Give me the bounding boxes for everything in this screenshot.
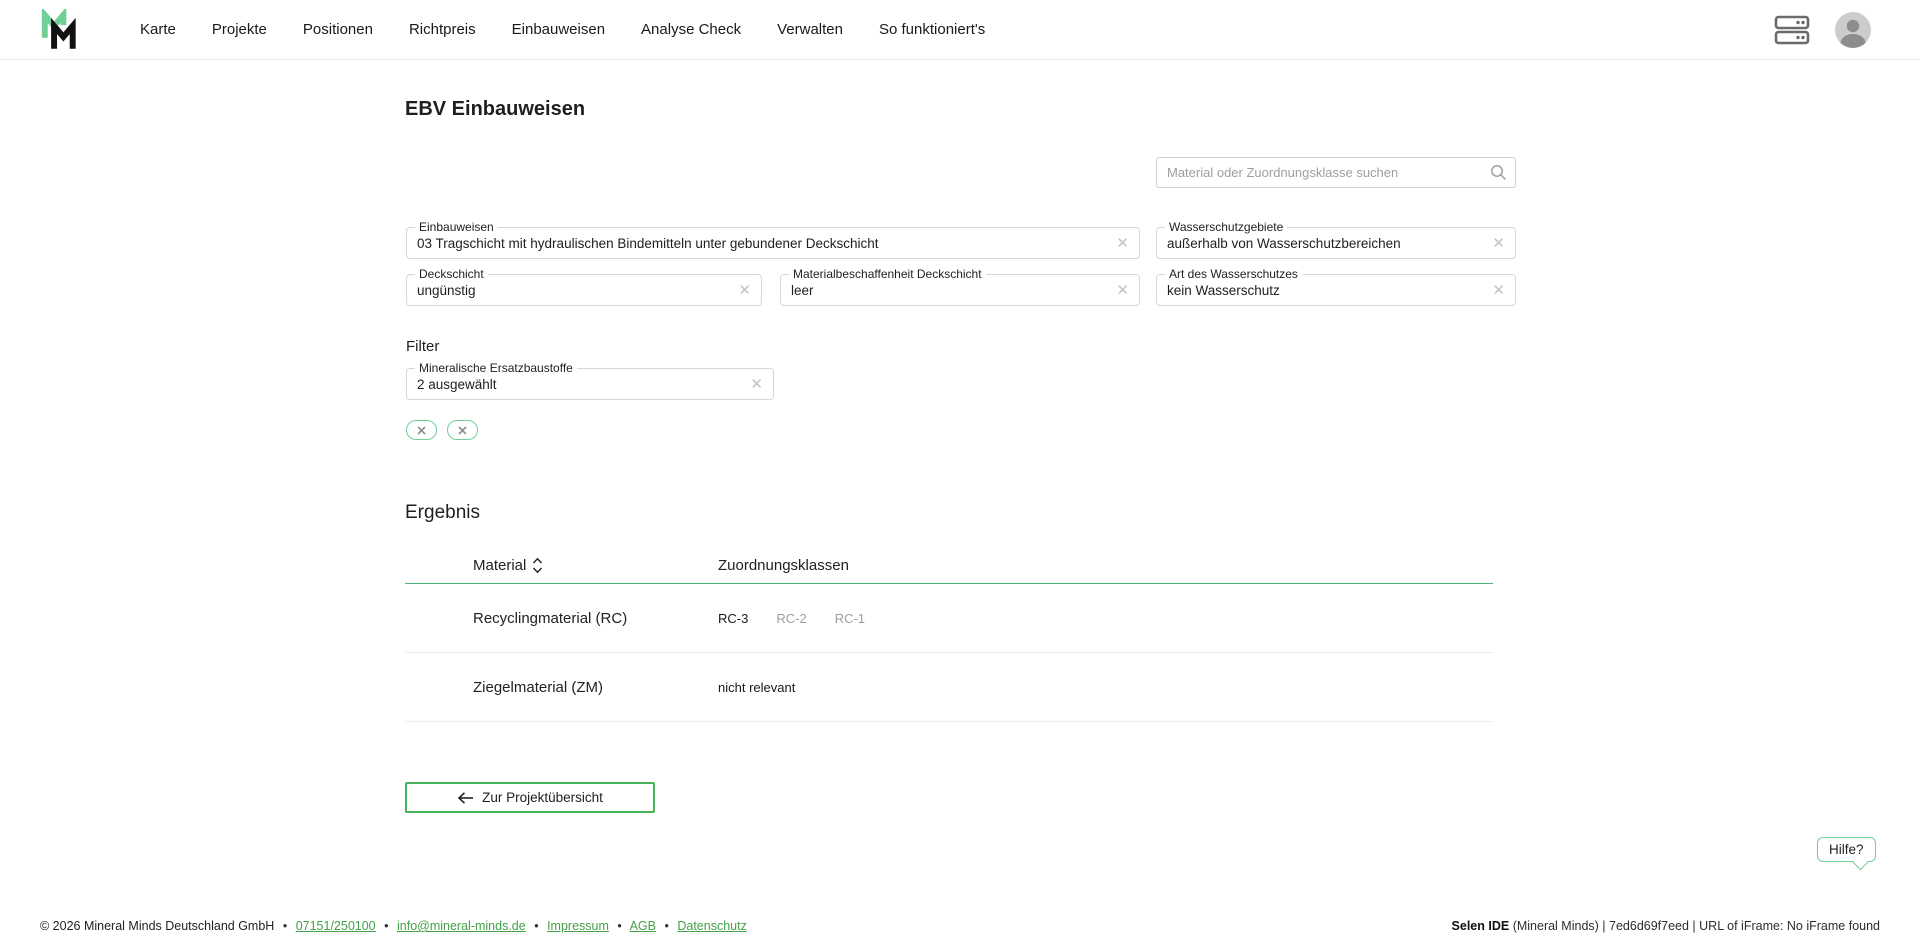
filter-chips bbox=[406, 420, 478, 440]
class-badge: nicht relevant bbox=[718, 680, 795, 695]
footer-separator: • bbox=[664, 919, 668, 933]
clear-icon[interactable]: ✕ bbox=[742, 377, 763, 392]
field-label: Wasserschutzgebiete bbox=[1165, 221, 1287, 235]
field-materialbeschaffenheit-deckschicht[interactable]: Materialbeschaffenheit Deckschicht leer … bbox=[780, 268, 1140, 306]
clear-icon[interactable]: ✕ bbox=[1108, 283, 1129, 298]
column-header-material[interactable]: Material bbox=[473, 557, 718, 574]
server-status-icon[interactable] bbox=[1774, 15, 1810, 45]
nav-item-richtpreis[interactable]: Richtpreis bbox=[409, 21, 476, 38]
sort-icon[interactable] bbox=[532, 557, 543, 574]
footer-link-agb[interactable]: AGB bbox=[630, 919, 656, 933]
footer-separator: • bbox=[384, 919, 388, 933]
class-badge: RC-1 bbox=[835, 611, 865, 626]
table-header-row: Material Zuordnungsklassen bbox=[405, 548, 1493, 584]
classes-cell: nicht relevant bbox=[718, 680, 1493, 695]
nav-item-projekte[interactable]: Projekte bbox=[212, 21, 267, 38]
classes-cell: RC-3 RC-2 RC-1 bbox=[718, 611, 1493, 626]
footer-link-email[interactable]: info@mineral-minds.de bbox=[397, 919, 526, 933]
back-button-label: Zur Projektübersicht bbox=[482, 790, 603, 805]
close-icon bbox=[458, 426, 467, 435]
topbar-icons bbox=[1774, 0, 1872, 60]
footer-separator: • bbox=[283, 919, 287, 933]
filter-chip[interactable] bbox=[447, 420, 478, 440]
footer-link-phone[interactable]: 07151/250100 bbox=[296, 919, 376, 933]
column-header-zuordnungsklassen: Zuordnungsklassen bbox=[718, 557, 1493, 574]
nav-item-einbauweisen[interactable]: Einbauweisen bbox=[512, 21, 605, 38]
nav-item-karte[interactable]: Karte bbox=[140, 21, 176, 38]
footer-debug-info: Selen IDE (Mineral Minds) | 7ed6d69f7eed… bbox=[1452, 919, 1880, 933]
clear-icon[interactable]: ✕ bbox=[1484, 236, 1505, 251]
table-row[interactable]: Ziegelmaterial (ZM) nicht relevant bbox=[405, 653, 1493, 722]
clear-icon[interactable]: ✕ bbox=[1108, 236, 1129, 251]
back-to-project-overview-button[interactable]: Zur Projektübersicht bbox=[405, 782, 655, 813]
help-button[interactable]: Hilfe? bbox=[1817, 837, 1876, 862]
material-cell: Recyclingmaterial (RC) bbox=[473, 610, 718, 627]
field-value: leer bbox=[791, 283, 814, 298]
page-canvas: Karte Projekte Positionen Richtpreis Ein… bbox=[0, 0, 1920, 943]
footer-left: © 2026 Mineral Minds Deutschland GmbH • … bbox=[40, 919, 747, 933]
field-label: Mineralische Ersatzbaustoffe bbox=[415, 362, 577, 376]
search-input[interactable] bbox=[1167, 165, 1490, 180]
footer-ide-detail: (Mineral Minds) | 7ed6d69f7eed | URL of … bbox=[1509, 919, 1880, 933]
nav-item-positionen[interactable]: Positionen bbox=[303, 21, 373, 38]
clear-icon[interactable]: ✕ bbox=[1484, 283, 1505, 298]
top-navigation-bar: Karte Projekte Positionen Richtpreis Ein… bbox=[0, 0, 1920, 60]
field-einbauweisen[interactable]: Einbauweisen 03 Tragschicht mit hydrauli… bbox=[406, 221, 1140, 259]
material-cell: Ziegelmaterial (ZM) bbox=[473, 679, 718, 696]
user-avatar-icon[interactable] bbox=[1834, 11, 1872, 49]
field-label: Art des Wasserschutzes bbox=[1165, 268, 1302, 282]
footer-link-datenschutz[interactable]: Datenschutz bbox=[677, 919, 746, 933]
footer-separator: • bbox=[617, 919, 621, 933]
table-row[interactable]: Recyclingmaterial (RC) RC-3 RC-2 RC-1 bbox=[405, 584, 1493, 653]
footer-separator: • bbox=[534, 919, 538, 933]
help-button-label: Hilfe? bbox=[1829, 842, 1864, 857]
clear-icon[interactable]: ✕ bbox=[730, 283, 751, 298]
results-heading: Ergebnis bbox=[405, 502, 480, 524]
field-value: 2 ausgewählt bbox=[417, 377, 497, 392]
filter-chip[interactable] bbox=[406, 420, 437, 440]
main-nav: Karte Projekte Positionen Richtpreis Ein… bbox=[140, 21, 985, 38]
close-icon bbox=[417, 426, 426, 435]
field-deckschicht[interactable]: Deckschicht ungünstig ✕ bbox=[406, 268, 762, 306]
arrow-left-icon bbox=[457, 791, 474, 805]
field-label: Deckschicht bbox=[415, 268, 488, 282]
page-title: EBV Einbauweisen bbox=[405, 98, 585, 121]
mineral-minds-logo-icon[interactable] bbox=[38, 9, 82, 53]
search-box bbox=[1156, 157, 1516, 188]
footer-copyright: © 2026 Mineral Minds Deutschland GmbH bbox=[40, 919, 274, 933]
nav-item-verwalten[interactable]: Verwalten bbox=[777, 21, 843, 38]
nav-item-so-funktionierts[interactable]: So funktioniert's bbox=[879, 21, 985, 38]
column-header-label: Material bbox=[473, 557, 526, 574]
field-art-des-wasserschutzes[interactable]: Art des Wasserschutzes kein Wasserschutz… bbox=[1156, 268, 1516, 306]
class-badge: RC-3 bbox=[718, 611, 748, 626]
class-badge: RC-2 bbox=[776, 611, 806, 626]
field-label: Einbauweisen bbox=[415, 221, 498, 235]
field-value: kein Wasserschutz bbox=[1167, 283, 1280, 298]
field-label: Materialbeschaffenheit Deckschicht bbox=[789, 268, 986, 282]
field-wasserschutzgebiete[interactable]: Wasserschutzgebiete außerhalb von Wasser… bbox=[1156, 221, 1516, 259]
filter-heading: Filter bbox=[406, 338, 439, 355]
nav-item-analyse-check[interactable]: Analyse Check bbox=[641, 21, 741, 38]
field-value: 03 Tragschicht mit hydraulischen Bindemi… bbox=[417, 236, 879, 251]
field-mineralische-ersatzbaustoffe[interactable]: Mineralische Ersatzbaustoffe 2 ausgewähl… bbox=[406, 362, 774, 400]
field-value: ungünstig bbox=[417, 283, 476, 298]
search-icon[interactable] bbox=[1490, 164, 1507, 181]
field-value: außerhalb von Wasserschutzbereichen bbox=[1167, 236, 1401, 251]
results-table: Material Zuordnungsklassen Recyclingmate… bbox=[405, 548, 1493, 722]
footer-ide-label: Selen IDE bbox=[1452, 919, 1510, 933]
footer-link-impressum[interactable]: Impressum bbox=[547, 919, 609, 933]
